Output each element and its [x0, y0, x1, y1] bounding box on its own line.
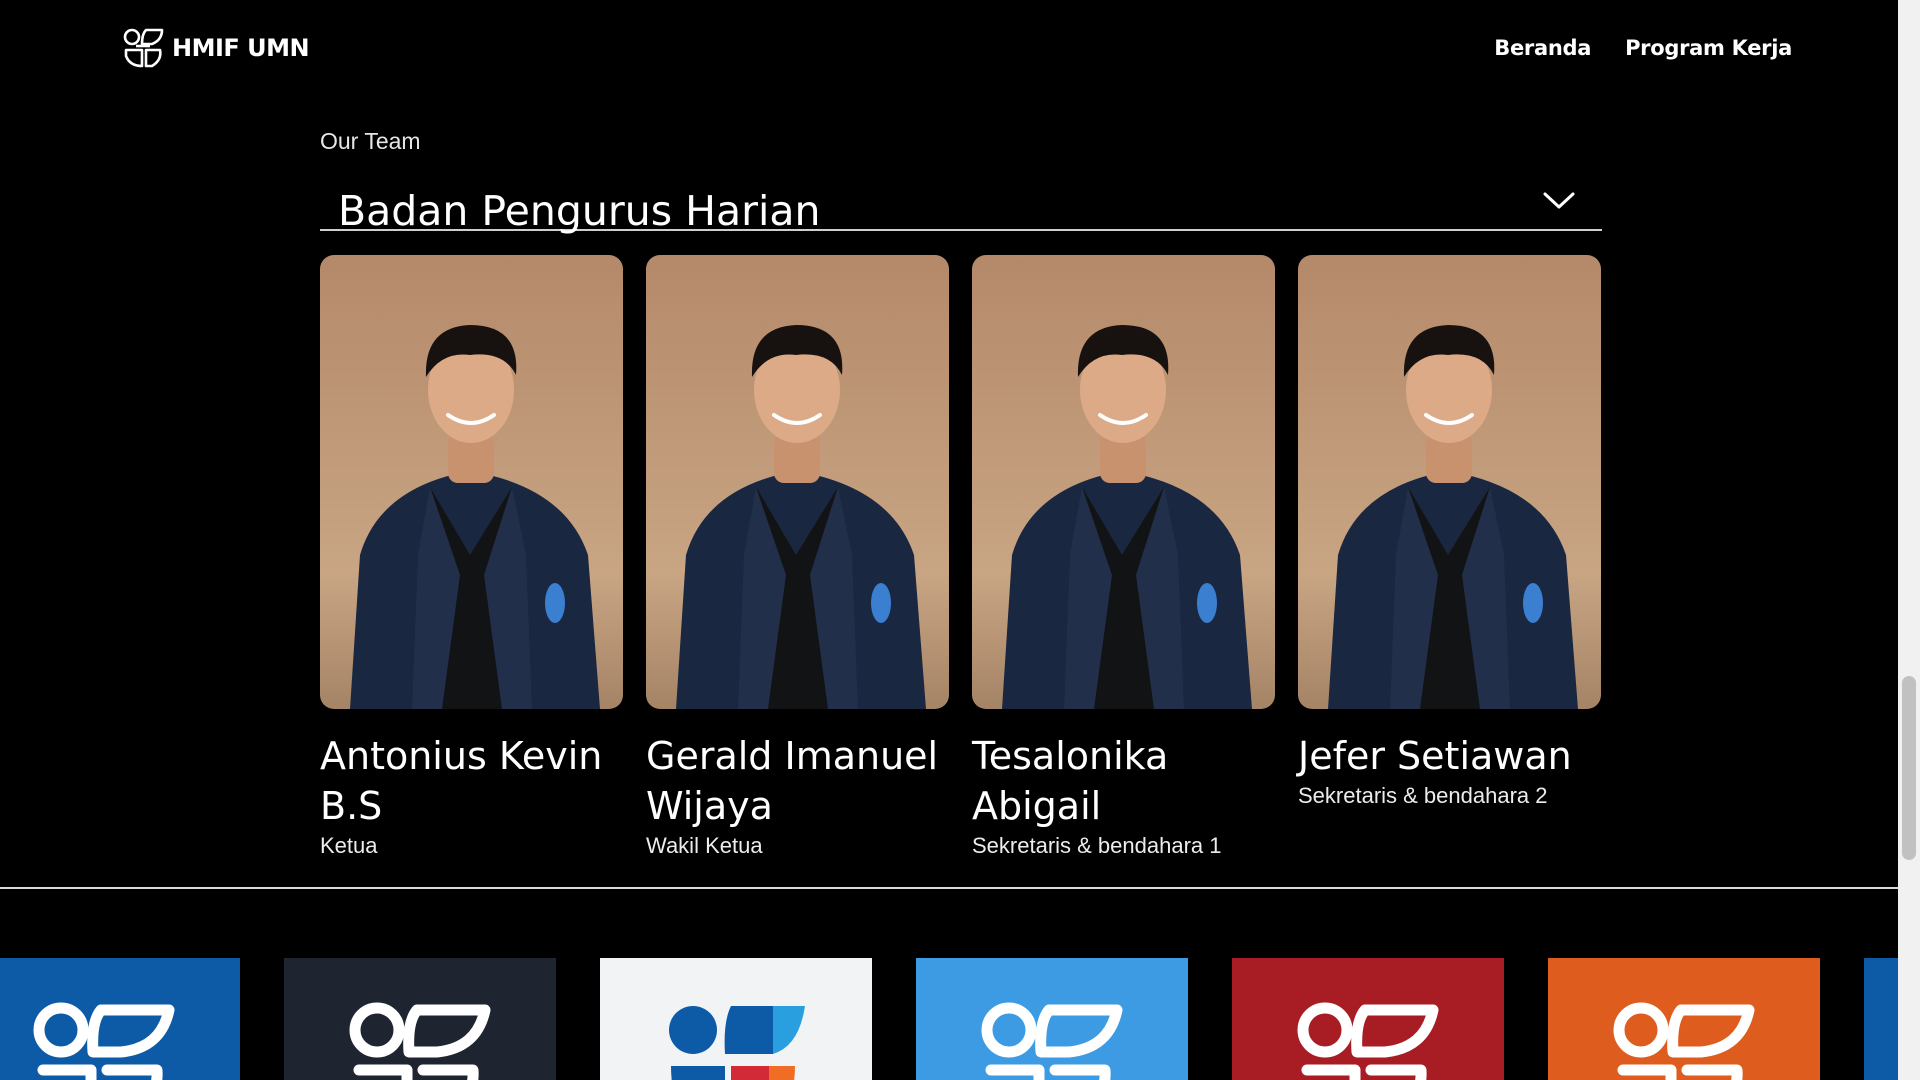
team-section: Our Team Badan Pengurus Harian Antonius … [320, 128, 1602, 859]
member-name: Tesalonika Abigail [972, 734, 1169, 828]
logo-tile[interactable] [1232, 958, 1504, 1080]
member-card[interactable]: Antonius Kevin B.S Ketua [320, 255, 623, 859]
hmif-color-logo-icon [669, 1006, 805, 1080]
member-photo [972, 255, 1275, 709]
section-divider [0, 887, 1898, 889]
portrait-image [972, 255, 1275, 709]
member-role: Sekretaris & bendahara 2 [1298, 783, 1548, 808]
hmif-logo-icon [33, 1002, 175, 1080]
member-name: Gerald Imanuel Wijaya [646, 734, 939, 828]
page-scrollbar[interactable] [1898, 0, 1920, 1080]
hmif-logo-icon [981, 1002, 1123, 1080]
member-card[interactable]: Tesalonika Abigail Sekretaris & bendahar… [972, 255, 1275, 859]
member-role: Ketua [320, 833, 378, 858]
member-role: Wakil Ketua [646, 833, 763, 858]
portrait-image [1298, 255, 1601, 709]
site-header: HMIF UMN Beranda Program Kerja [0, 0, 1898, 100]
division-select-value: Badan Pengurus Harian [338, 187, 821, 235]
division-select[interactable]: Badan Pengurus Harian [320, 167, 1602, 235]
logo-tile[interactable] [1864, 958, 1898, 1080]
section-eyebrow: Our Team [320, 128, 421, 154]
logo-tile[interactable] [1548, 958, 1820, 1080]
scrollbar-thumb[interactable] [1902, 676, 1916, 860]
member-card[interactable]: Jefer Setiawan Sekretaris & bendahara 2 [1298, 255, 1601, 859]
main-nav: Beranda Program Kerja [1494, 36, 1792, 60]
member-photo [646, 255, 949, 709]
hmif-logo-icon [1297, 1002, 1439, 1080]
portrait-image [646, 255, 949, 709]
portrait-image [320, 255, 623, 709]
chevron-down-icon[interactable] [1542, 191, 1576, 211]
logo-tile[interactable] [916, 958, 1188, 1080]
member-cards: Antonius Kevin B.S Ketua Gerald Imanuel … [320, 255, 1602, 859]
logo-carousel [0, 958, 1898, 1080]
hmif-logo-icon [1613, 1002, 1755, 1080]
member-photo [320, 255, 623, 709]
member-role: Sekretaris & bendahara 1 [972, 833, 1222, 858]
hmif-logo-icon [123, 28, 164, 68]
logo-tile[interactable] [284, 958, 556, 1080]
nav-link-program-kerja[interactable]: Program Kerja [1625, 36, 1792, 60]
logo-tile[interactable] [600, 958, 872, 1080]
site-logo[interactable]: HMIF UMN [122, 26, 310, 70]
logo-tile[interactable] [0, 958, 240, 1080]
member-photo [1298, 255, 1601, 709]
member-name: Antonius Kevin B.S [320, 734, 603, 828]
nav-link-beranda[interactable]: Beranda [1494, 36, 1591, 60]
logo-text: HMIF UMN [172, 34, 310, 62]
member-card[interactable]: Gerald Imanuel Wijaya Wakil Ketua [646, 255, 949, 859]
hmif-logo-icon [349, 1002, 491, 1080]
member-name: Jefer Setiawan [1298, 734, 1572, 778]
